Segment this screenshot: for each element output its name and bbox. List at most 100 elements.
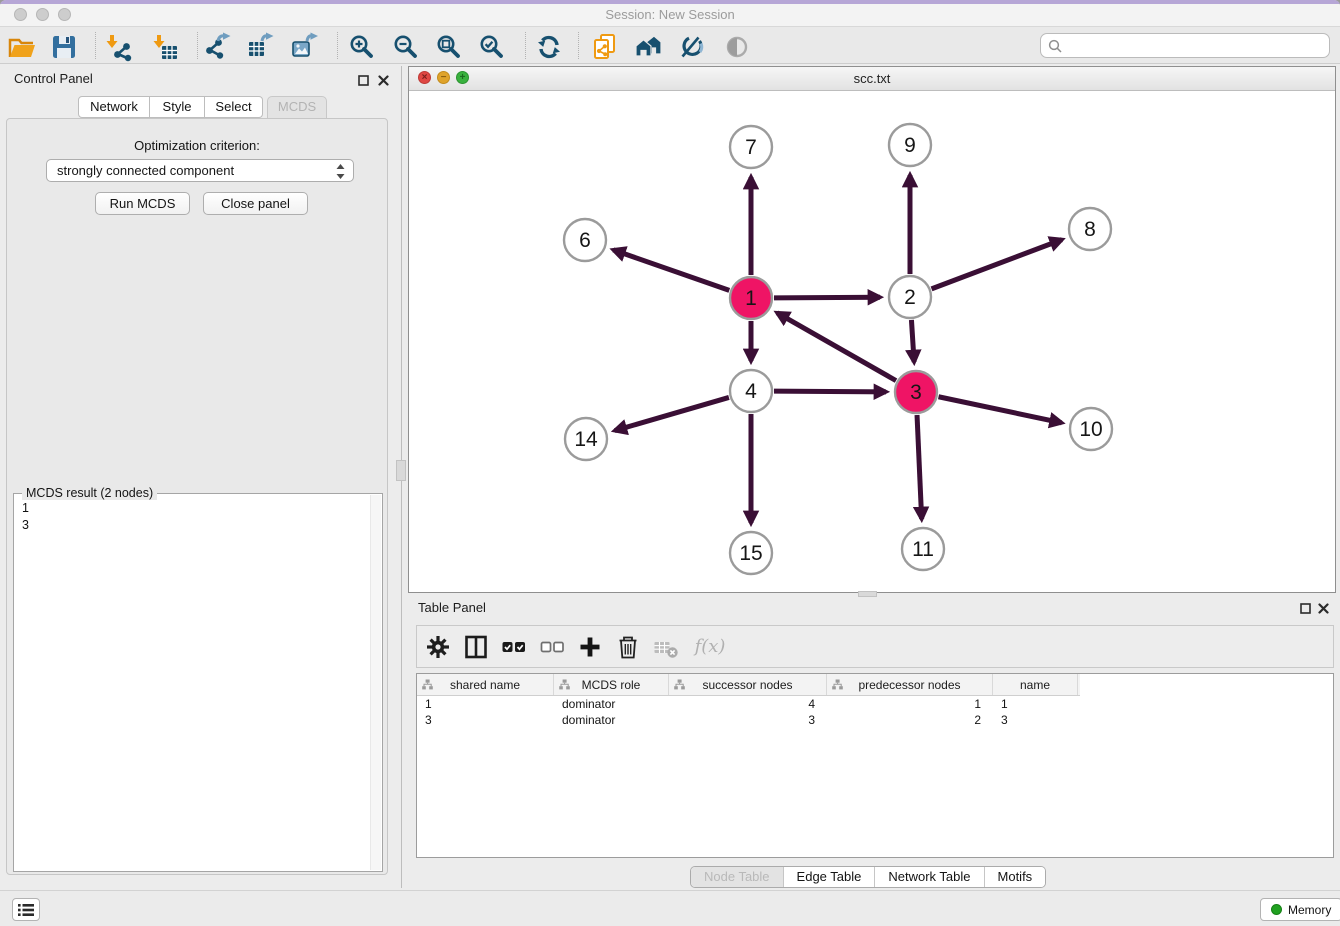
main-titlebar: Session: New Session	[0, 4, 1340, 27]
graph-node-4[interactable]: 4	[730, 370, 772, 412]
horizontal-splitter-handle[interactable]	[858, 591, 877, 597]
memory-status-icon	[1271, 904, 1282, 915]
graph-edge-3-10[interactable]	[939, 397, 1062, 423]
graph-node-9[interactable]: 9	[889, 124, 931, 166]
table-cell[interactable]: dominator	[554, 712, 669, 728]
search-box[interactable]	[1040, 33, 1330, 58]
table-cell[interactable]: 3	[669, 712, 827, 728]
mcds-panel: Optimization criterion: strongly connect…	[6, 118, 388, 875]
export-network-icon[interactable]	[201, 30, 235, 64]
graph-node-10[interactable]: 10	[1070, 408, 1112, 450]
graph-node-3[interactable]: 3	[895, 371, 937, 413]
close-panel-icon[interactable]	[376, 73, 391, 88]
export-table-icon[interactable]	[244, 30, 278, 64]
graph-node-8[interactable]: 8	[1069, 208, 1111, 250]
close-table-panel-icon[interactable]	[1316, 601, 1331, 616]
network-minimize-button[interactable]: −	[437, 71, 450, 84]
toolbar-separator	[525, 32, 526, 59]
import-table-icon[interactable]	[148, 30, 182, 64]
graph-node-11[interactable]: 11	[902, 528, 944, 570]
column-header-shared-name[interactable]: shared name	[417, 674, 554, 695]
table-cell[interactable]: 3	[993, 712, 1078, 728]
zoom-fit-icon[interactable]	[432, 30, 466, 64]
svg-text:7: 7	[745, 136, 757, 159]
column-header-MCDS-role[interactable]: MCDS role	[554, 674, 669, 695]
graph-edge-4-14[interactable]	[615, 397, 729, 430]
run-mcds-button[interactable]: Run MCDS	[95, 192, 190, 215]
vertical-splitter-handle[interactable]	[396, 460, 406, 481]
float-panel-icon[interactable]	[356, 73, 371, 88]
graph-edge-3-1[interactable]	[777, 313, 896, 381]
graph-node-1[interactable]: 1	[730, 277, 772, 319]
table-cell[interactable]: 1	[993, 696, 1078, 712]
column-header-predecessor-nodes[interactable]: predecessor nodes	[827, 674, 993, 695]
network-canvas[interactable]: 1 2 3 4 6 7 8 9 10 11 14 15	[409, 90, 1335, 592]
tab-edge-table[interactable]: Edge Table	[784, 867, 876, 887]
tab-motifs[interactable]: Motifs	[985, 867, 1046, 887]
graph-edge-1-6[interactable]	[613, 250, 729, 291]
unselect-all-icon[interactable]	[537, 632, 567, 662]
graph-edge-2-3[interactable]	[911, 320, 914, 362]
status-bar: Memory	[0, 890, 1340, 926]
column-header-successor-nodes[interactable]: successor nodes	[669, 674, 827, 695]
memory-button[interactable]: Memory	[1260, 898, 1340, 921]
tab-style[interactable]: Style	[150, 96, 205, 118]
tab-node-table[interactable]: Node Table	[691, 867, 784, 887]
graph-node-6[interactable]: 6	[564, 219, 606, 261]
show-columns-icon[interactable]	[461, 632, 491, 662]
tab-mcds[interactable]: MCDS	[267, 96, 327, 119]
table-cell[interactable]: 1	[417, 696, 554, 712]
toolbar-separator	[197, 32, 198, 59]
search-input[interactable]	[1067, 37, 1322, 54]
graph-node-7[interactable]: 7	[730, 126, 772, 168]
refresh-icon[interactable]	[532, 30, 566, 64]
column-header-name[interactable]: name	[993, 674, 1078, 695]
table-row[interactable]: 1dominator411	[417, 696, 1333, 712]
result-scrollbar[interactable]	[370, 495, 381, 870]
add-row-icon[interactable]	[575, 632, 605, 662]
table-row[interactable]: 3dominator323	[417, 712, 1333, 728]
hide-details-icon[interactable]	[675, 30, 709, 64]
tab-select[interactable]: Select	[205, 96, 263, 118]
function-builder-icon: f(x)	[689, 632, 731, 662]
settings-gear-icon[interactable]	[423, 632, 453, 662]
graph-edge-2-8[interactable]	[932, 240, 1062, 289]
graph-edge-4-3[interactable]	[774, 391, 886, 392]
export-image-icon[interactable]	[288, 30, 322, 64]
network-maximize-button[interactable]: +	[456, 71, 469, 84]
zoom-in-icon[interactable]	[345, 30, 379, 64]
save-session-icon[interactable]	[47, 30, 81, 64]
tab-network[interactable]: Network	[78, 96, 150, 118]
graph-edge-1-2[interactable]	[774, 297, 880, 298]
network-window-title: scc.txt	[409, 67, 1335, 90]
zoom-out-icon[interactable]	[389, 30, 423, 64]
mcds-result-lines[interactable]: 1 3	[14, 498, 368, 869]
optimization-criterion-select[interactable]: strongly connected component	[46, 159, 354, 182]
svg-text:9: 9	[904, 134, 916, 157]
network-close-button[interactable]: ×	[418, 71, 431, 84]
import-network-icon[interactable]	[101, 30, 135, 64]
task-history-button[interactable]	[12, 898, 40, 921]
table-cell[interactable]: 3	[417, 712, 554, 728]
search-icon	[1048, 39, 1062, 53]
graph-node-15[interactable]: 15	[730, 532, 772, 574]
home-icon[interactable]	[632, 30, 666, 64]
open-session-icon[interactable]	[5, 30, 39, 64]
select-all-icon[interactable]	[499, 632, 529, 662]
graph-node-2[interactable]: 2	[889, 276, 931, 318]
node-table: shared nameMCDS rolesuccessor nodesprede…	[416, 673, 1334, 858]
graph-node-14[interactable]: 14	[565, 418, 607, 460]
tab-network-table[interactable]: Network Table	[875, 867, 984, 887]
graph-edge-3-11[interactable]	[917, 415, 922, 519]
zoom-selected-icon[interactable]	[475, 30, 509, 64]
table-cell[interactable]: dominator	[554, 696, 669, 712]
svg-text:6: 6	[579, 229, 591, 252]
close-panel-button[interactable]: Close panel	[203, 192, 308, 215]
table-cell[interactable]: 2	[827, 712, 993, 728]
table-cell[interactable]: 4	[669, 696, 827, 712]
float-table-panel-icon[interactable]	[1298, 601, 1313, 616]
table-cell[interactable]: 1	[827, 696, 993, 712]
delete-row-icon[interactable]	[613, 632, 643, 662]
network-window-titlebar[interactable]: scc.txt × − +	[409, 67, 1335, 91]
clone-network-icon[interactable]	[588, 30, 622, 64]
